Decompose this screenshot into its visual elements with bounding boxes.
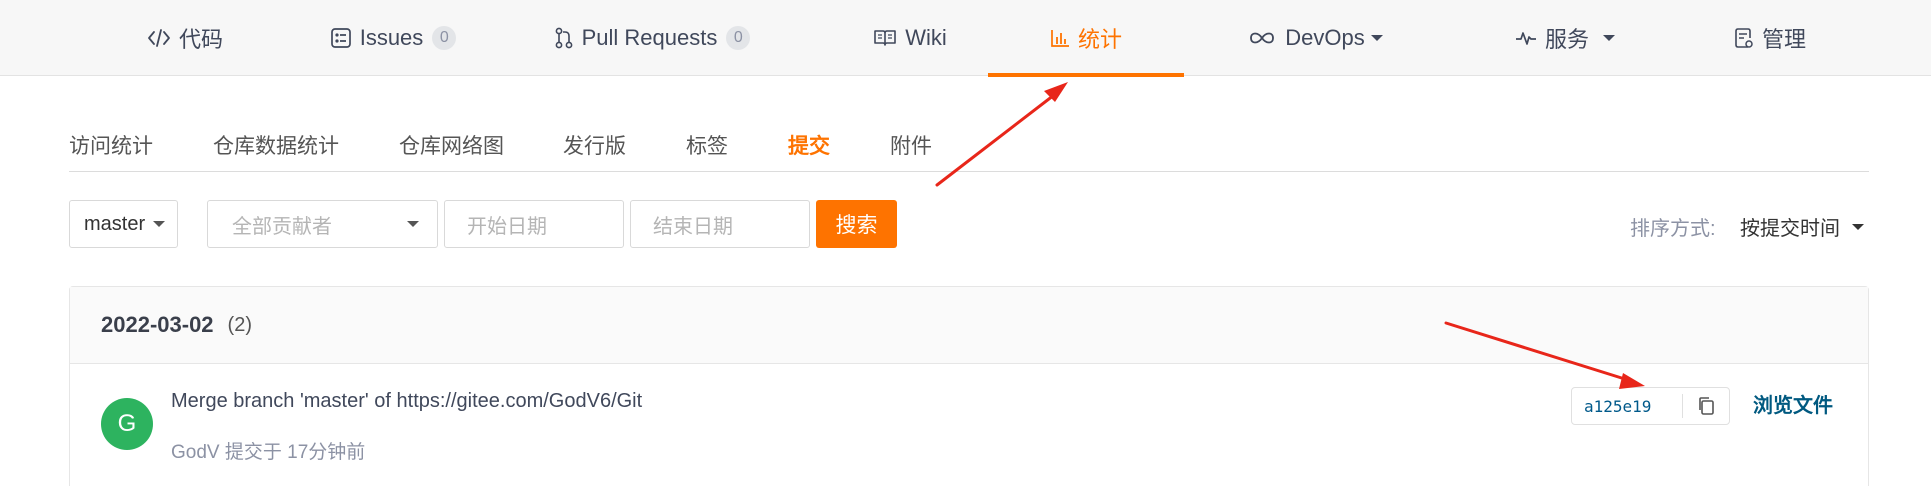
search-button[interactable]: 搜索 <box>816 200 897 248</box>
contributor-select-placeholder: 全部贡献者 <box>232 215 332 238</box>
subtab-commits[interactable]: 提交 <box>788 130 830 160</box>
nav-services[interactable]: 服务 <box>1495 0 1635 76</box>
book-icon <box>873 28 897 48</box>
nav-manage-label: 管理 <box>1761 27 1806 52</box>
nav-devops-label: DevOps <box>1285 25 1365 50</box>
avatar[interactable]: G <box>101 398 153 450</box>
commit-group-count: (2) <box>227 313 252 336</box>
commit-sha-box: a125e19 <box>1571 387 1730 425</box>
copy-icon[interactable] <box>1683 388 1729 424</box>
infinity-icon <box>1247 30 1277 46</box>
sort-select-value: 按提交时间 <box>1740 218 1840 240</box>
commit-group-header: 2022-03-02 (2) <box>70 287 1868 364</box>
sort-label: 排序方式: <box>1630 218 1716 240</box>
stats-subtabs: 访问统计 仓库数据统计 仓库网络图 发行版 标签 提交 附件 <box>69 122 1869 172</box>
commit-meta: GodV 提交于 17分钟前 <box>171 442 366 463</box>
nav-wiki-label: Wiki <box>905 25 947 50</box>
subtab-network-graph[interactable]: 仓库网络图 <box>399 130 504 160</box>
nav-pull-requests[interactable]: Pull Requests 0 <box>552 0 752 76</box>
chevron-down-icon <box>153 221 166 227</box>
nav-stats-label: 统计 <box>1077 27 1122 52</box>
subtab-repo-data-stats[interactable]: 仓库数据统计 <box>213 130 339 160</box>
nav-wiki[interactable]: Wiki <box>840 0 980 76</box>
pull-request-icon <box>554 27 574 49</box>
chevron-down-icon <box>1370 35 1383 41</box>
browse-files-link[interactable]: 浏览文件 <box>1753 389 1833 418</box>
commit-message[interactable]: Merge branch 'master' of https://gitee.c… <box>171 390 642 413</box>
pulse-icon <box>1515 29 1537 47</box>
settings-document-icon <box>1734 27 1754 49</box>
nav-issues-label: Issues <box>359 25 424 50</box>
start-date-input[interactable]: 开始日期 <box>444 200 624 248</box>
commit-group-panel: 2022-03-02 (2) G Merge branch 'master' o… <box>69 286 1869 486</box>
nav-devops[interactable]: DevOps <box>1240 0 1390 76</box>
pull-requests-count-badge: 0 <box>726 26 751 50</box>
issues-count-badge: 0 <box>432 26 457 50</box>
nav-code-label: 代码 <box>178 27 223 52</box>
chevron-down-icon <box>1852 223 1864 230</box>
contributor-select[interactable]: 全部贡献者 <box>207 200 438 248</box>
nav-stats[interactable]: 统计 <box>988 0 1184 77</box>
repo-nav-bar: 代码 Issues 0 Pull Requests 0 Wiki 统计 DevO… <box>0 0 1931 77</box>
branch-select[interactable]: master <box>69 200 178 248</box>
issues-icon <box>330 27 352 49</box>
sort-select[interactable]: 按提交时间 <box>1740 212 1864 241</box>
chevron-down-icon <box>407 221 419 227</box>
end-date-placeholder: 结束日期 <box>653 215 733 238</box>
nav-code[interactable]: 代码 <box>110 0 260 76</box>
commit-group-date: 2022-03-02 <box>101 312 214 337</box>
commit-sha-link[interactable]: a125e19 <box>1572 397 1682 416</box>
start-date-placeholder: 开始日期 <box>467 215 547 238</box>
code-icon <box>147 28 171 48</box>
subtab-visit-stats[interactable]: 访问统计 <box>69 130 153 160</box>
nav-services-label: 服务 <box>1544 27 1589 52</box>
branch-select-value: master <box>84 212 146 235</box>
subtab-releases[interactable]: 发行版 <box>563 130 626 160</box>
chevron-down-icon <box>1603 35 1615 41</box>
subtab-attachments[interactable]: 附件 <box>890 130 932 160</box>
nav-pull-requests-label: Pull Requests <box>581 25 718 50</box>
nav-manage[interactable]: 管理 <box>1700 0 1840 76</box>
nav-issues[interactable]: Issues 0 <box>318 0 468 76</box>
end-date-input[interactable]: 结束日期 <box>630 200 810 248</box>
subtab-tags[interactable]: 标签 <box>686 130 728 160</box>
bar-chart-icon <box>1050 28 1070 48</box>
